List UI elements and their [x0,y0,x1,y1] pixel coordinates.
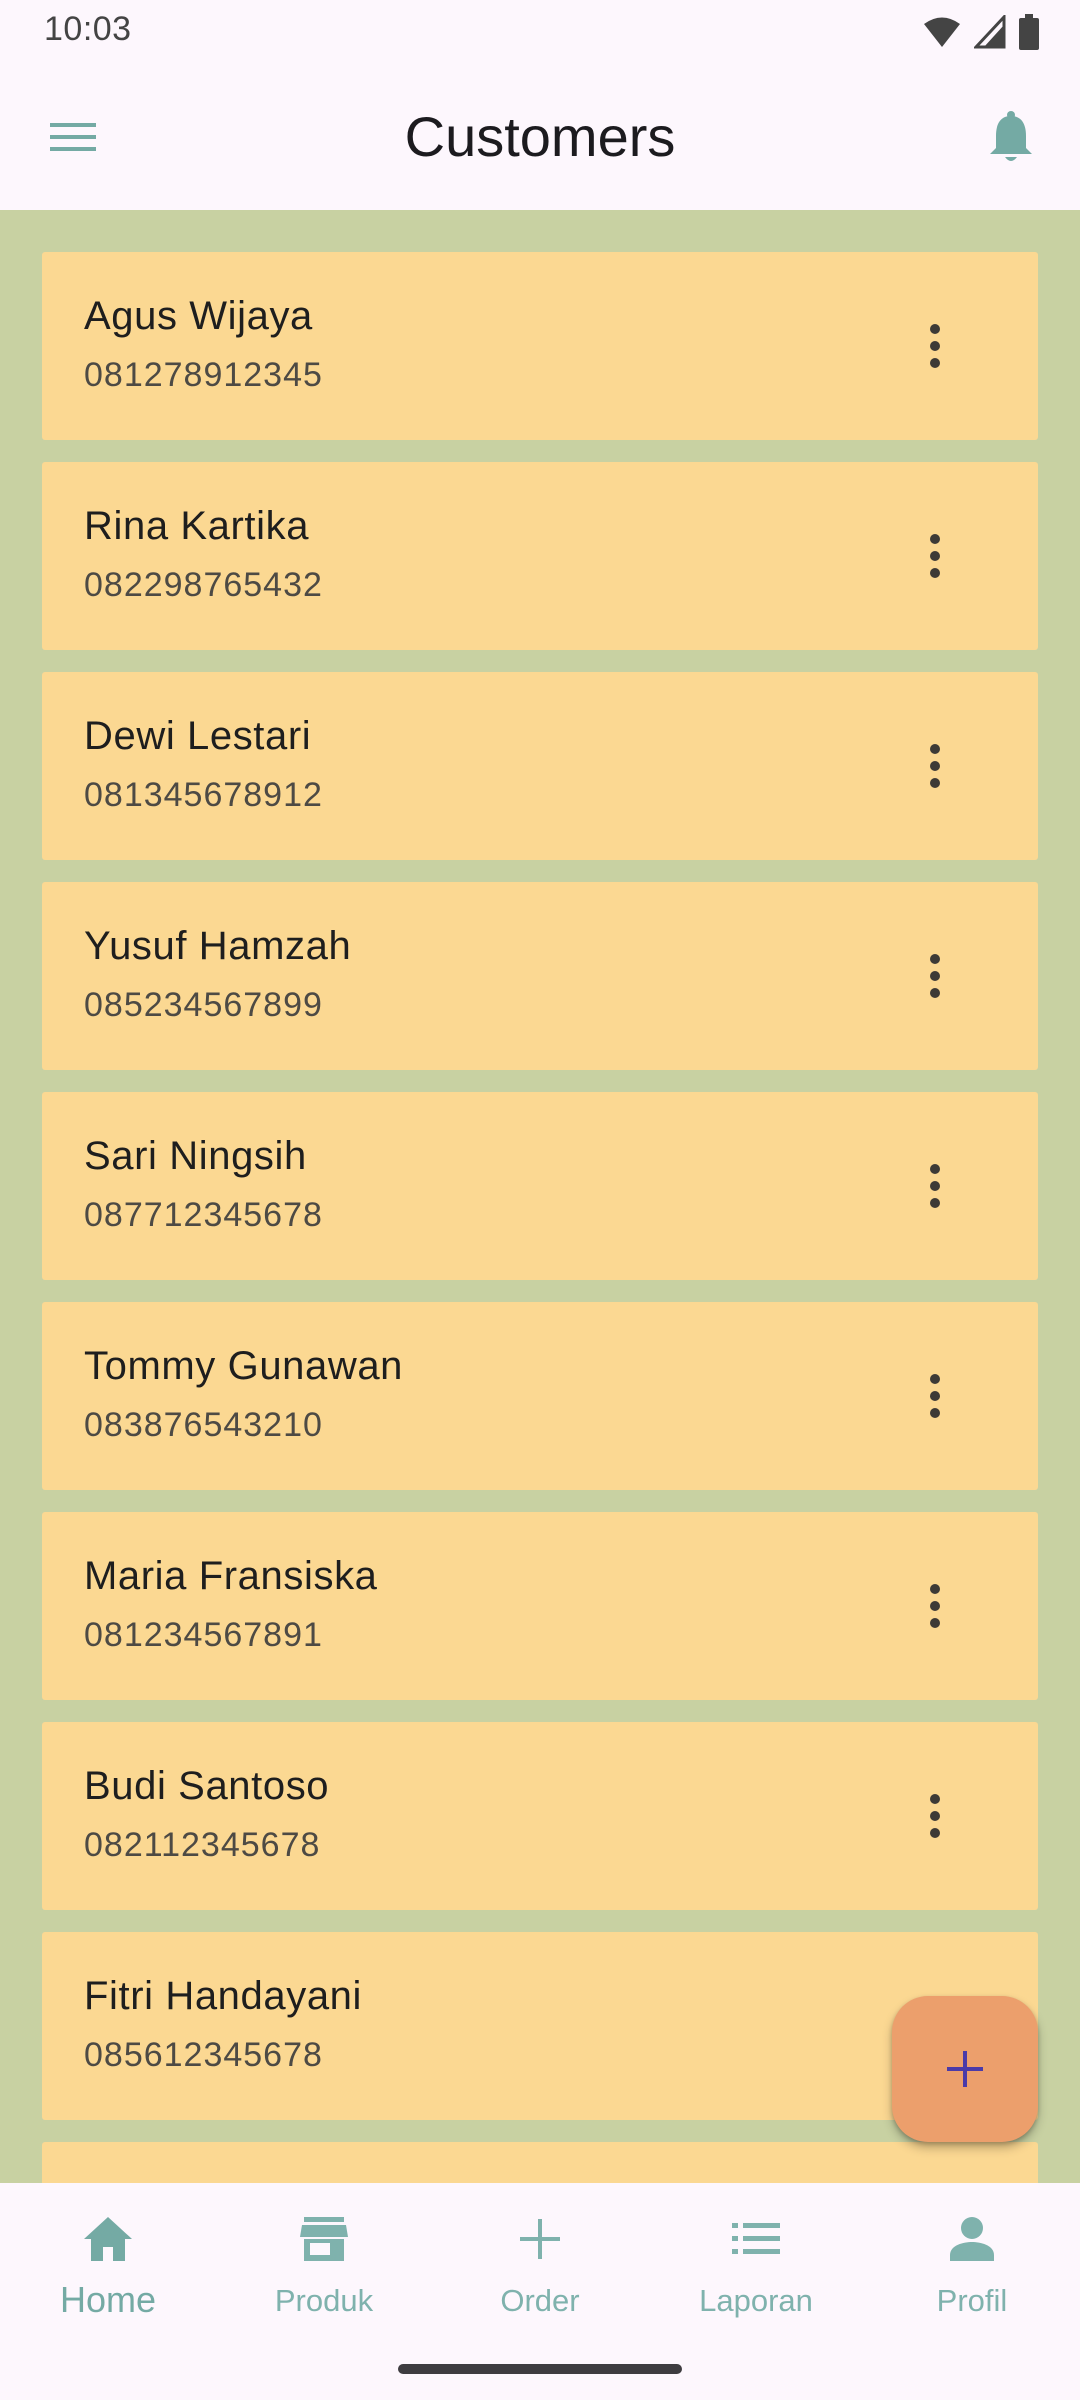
page-title: Customers [404,105,676,168]
customer-card[interactable]: Fitri Handayani 085612345678 [42,1932,1038,2120]
customer-name: Sari Ningsih [84,1134,307,1178]
more-options-button[interactable] [920,1788,950,1844]
list-icon [732,2223,780,2254]
more-vert-icon [930,1164,940,1208]
customer-phone: 087712345678 [84,1196,323,1234]
more-vert-icon [930,1374,940,1418]
nav-label-order: Order [500,2283,580,2318]
customer-list[interactable]: Agus Wijaya 081278912345 Rina Kartika 08… [0,210,1080,2183]
gesture-handle[interactable] [398,2364,682,2374]
person-icon [950,2217,994,2261]
signal-icon [974,15,1006,49]
customer-name: Rina Kartika [84,504,310,548]
customer-phone: 082298765432 [84,566,323,604]
customer-phone: 085234567899 [84,986,323,1024]
more-options-button[interactable] [920,948,950,1004]
customer-card[interactable]: Dewi Lestari 081345678912 [42,672,1038,860]
customer-phone: 081278912345 [84,356,323,394]
nav-item-produk[interactable]: Produk [216,2207,432,2337]
more-options-button[interactable] [920,1578,950,1634]
plus-icon [947,2051,983,2087]
plus-icon [520,2219,560,2259]
more-vert-icon [930,1794,940,1838]
customer-phone: 082112345678 [84,1826,321,1864]
status-bar: 10:03 [0,0,1080,64]
nav-item-laporan[interactable]: Laporan [648,2207,864,2337]
bell-icon [990,111,1032,161]
customer-name: Budi Santoso [84,1764,330,1808]
more-options-button[interactable] [920,1158,950,1214]
customer-phone: 081345678912 [84,776,323,814]
customer-card[interactable]: Maria Fransiska 081234567891 [42,1512,1038,1700]
more-vert-icon [930,324,940,368]
customer-card[interactable]: Agus Wijaya 081278912345 [42,252,1038,440]
customer-card[interactable]: Sari Ningsih 087712345678 [42,1092,1038,1280]
more-vert-icon [930,954,940,998]
more-options-button[interactable] [920,1368,950,1424]
customer-card[interactable]: Budi Santoso 082112345678 [42,1722,1038,1910]
nav-label-produk: Produk [274,2283,374,2318]
more-options-button[interactable] [920,738,950,794]
nav-item-order[interactable]: Order [432,2207,648,2337]
nav-item-home[interactable]: Home [0,2207,216,2337]
wifi-icon [924,17,960,47]
battery-icon [1019,14,1039,50]
status-icons [922,14,1040,50]
nav-label-profil: Profil [936,2283,1008,2318]
customer-name: Agus Wijaya [84,294,313,338]
customers-screen: 10:03 Customers Agus Wijaya 081278912345… [0,0,1080,2400]
customer-name: Yusuf Hamzah [84,924,352,968]
customer-card[interactable] [42,2142,1038,2183]
customer-card[interactable]: Tommy Gunawan 083876543210 [42,1302,1038,1490]
nav-label-home: Home [59,2279,157,2320]
more-options-button[interactable] [920,318,950,374]
nav-item-profil[interactable]: Profil [864,2207,1080,2337]
add-customer-button[interactable] [892,1996,1038,2142]
more-vert-icon [930,1584,940,1628]
customer-phone: 085612345678 [84,2036,323,2074]
more-vert-icon [930,534,940,578]
status-time: 10:03 [44,10,132,48]
customer-phone: 081234567891 [84,1616,323,1654]
home-icon [84,2217,132,2261]
customer-phone: 083876543210 [84,1406,323,1444]
customer-name: Maria Fransiska [84,1554,378,1598]
notifications-button[interactable] [978,104,1044,170]
customer-name: Dewi Lestari [84,714,312,758]
more-options-button[interactable] [920,528,950,584]
nav-label-laporan: Laporan [699,2283,813,2318]
customer-name: Fitri Handayani [84,1974,363,2018]
customer-name: Tommy Gunawan [84,1344,404,1388]
more-vert-icon [930,744,940,788]
customer-card[interactable]: Yusuf Hamzah 085234567899 [42,882,1038,1070]
app-bar: Customers [0,64,1080,210]
customer-card[interactable]: Rina Kartika 082298765432 [42,462,1038,650]
store-icon [300,2217,348,2261]
